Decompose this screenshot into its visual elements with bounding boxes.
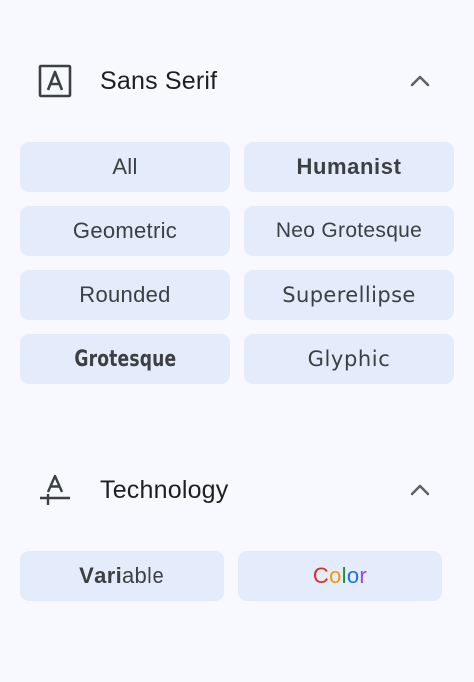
chip-superellipse[interactable]: Superellipse <box>244 270 454 320</box>
sans-serif-section-title: Sans Serif <box>100 66 218 95</box>
chip-label: Grotesque <box>74 346 176 372</box>
chip-label: Geometric <box>72 218 178 243</box>
technology-section-title: Technology <box>100 475 229 504</box>
chip-label: All <box>112 154 138 179</box>
sans-serif-section-header[interactable]: Sans Serif <box>0 51 474 111</box>
technology-section-header[interactable]: Technology <box>0 460 474 520</box>
chip-glyphic[interactable]: Glyphic <box>244 334 454 384</box>
chip-all[interactable]: All <box>20 142 230 192</box>
chip-color[interactable]: Color <box>238 551 442 601</box>
chip-neo-grotesque[interactable]: Neo Grotesque <box>244 206 454 256</box>
chevron-up-icon[interactable] <box>404 65 436 97</box>
chip-label: Superellipse <box>282 283 416 307</box>
chip-label: Rounded <box>79 282 171 307</box>
chip-rounded[interactable]: Rounded <box>20 270 230 320</box>
letter-a-box-icon <box>37 63 73 99</box>
chip-label: Color <box>312 563 368 588</box>
chip-label: Glyphic <box>307 347 391 371</box>
chip-label: Variable <box>79 563 165 588</box>
chevron-up-icon[interactable] <box>404 474 436 506</box>
chip-geometric[interactable]: Geometric <box>20 206 230 256</box>
font-filter-panel: Sans Serif All Humanist Geometric Neo Gr… <box>0 0 474 682</box>
chip-humanist[interactable]: Humanist <box>244 142 454 192</box>
chip-label: Humanist <box>296 154 402 179</box>
chip-grotesque[interactable]: Grotesque <box>20 334 230 384</box>
letter-a-baseline-icon <box>37 472 73 508</box>
chip-variable[interactable]: Variable <box>20 551 224 601</box>
chip-label: Neo Grotesque <box>275 219 423 242</box>
